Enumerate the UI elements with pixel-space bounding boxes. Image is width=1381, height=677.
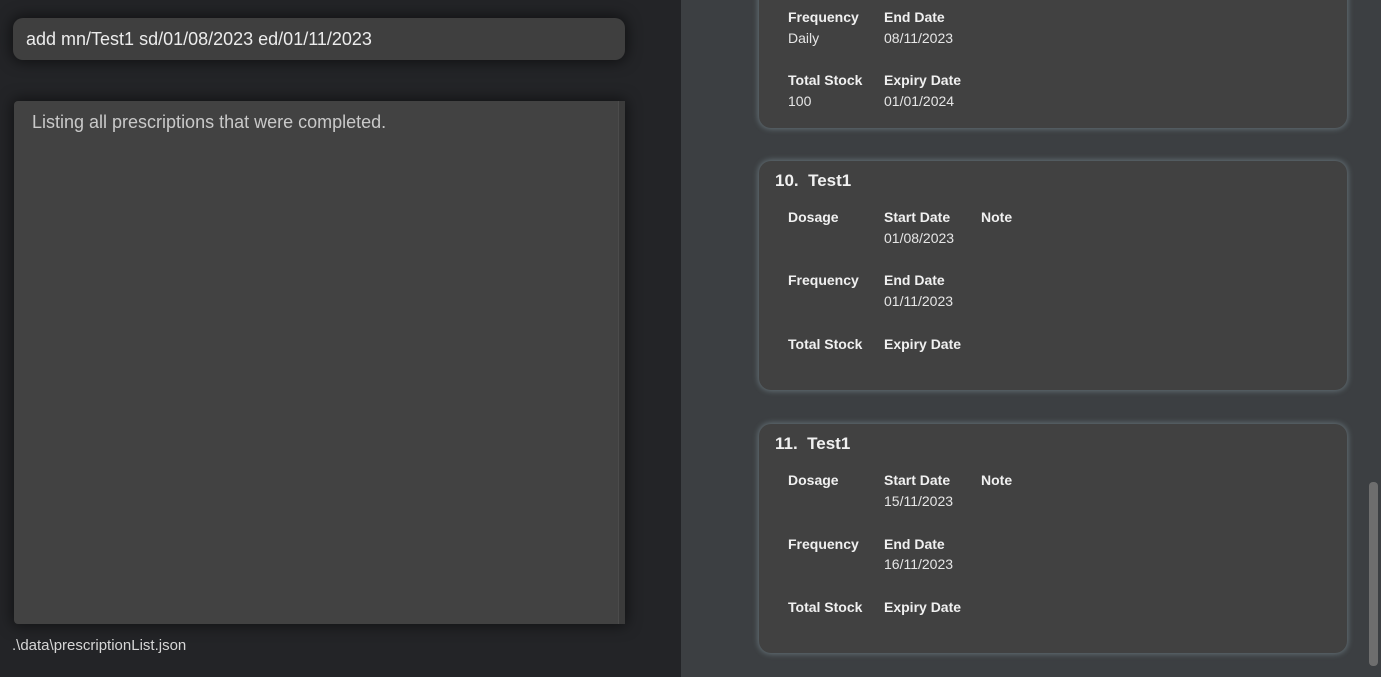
- frequency-label: Frequency: [788, 536, 859, 552]
- prescription-list-pane[interactable]: Frequency Daily End Date 08/11/2023 Tota…: [681, 0, 1381, 677]
- end-date-label: End Date: [884, 536, 945, 552]
- prescription-title: 10. Test1: [775, 171, 852, 190]
- app-window: add mn/Test1 sd/01/08/2023 ed/01/11/2023…: [0, 0, 1381, 677]
- prescription-card[interactable]: 11. Test1 Dosage Start Date 15/11/2023 N…: [759, 424, 1347, 653]
- total-stock-label: Total Stock: [788, 599, 863, 615]
- result-text: Listing all prescriptions that were comp…: [32, 112, 387, 132]
- start-date-value: 01/08/2023: [884, 230, 955, 246]
- start-date-label: Start Date: [884, 472, 951, 488]
- result-scrollbar[interactable]: [618, 101, 625, 624]
- expiry-date-label: Expiry Date: [884, 336, 962, 352]
- dosage-label: Dosage: [788, 209, 839, 225]
- command-input[interactable]: add mn/Test1 sd/01/08/2023 ed/01/11/2023: [13, 18, 625, 60]
- prescription-card[interactable]: 10. Test1 Dosage Start Date 01/08/2023 N…: [759, 161, 1347, 390]
- note-label: Note: [981, 209, 1013, 225]
- left-pane: add mn/Test1 sd/01/08/2023 ed/01/11/2023…: [0, 0, 681, 677]
- expiry-date-value: 01/01/2024: [884, 93, 955, 109]
- expiry-date-label: Expiry Date: [884, 72, 962, 88]
- expiry-date-label: Expiry Date: [884, 599, 962, 615]
- end-date-value: 16/11/2023: [884, 556, 954, 572]
- end-date-value: 08/11/2023: [884, 30, 954, 46]
- total-stock-label: Total Stock: [788, 336, 863, 352]
- end-date-label: End Date: [884, 9, 945, 25]
- list-scrollbar-thumb[interactable]: [1369, 482, 1378, 666]
- dosage-label: Dosage: [788, 472, 839, 488]
- start-date-label: Start Date: [884, 209, 951, 225]
- frequency-value: Daily: [788, 30, 820, 46]
- prescription-card[interactable]: Frequency Daily End Date 08/11/2023 Tota…: [759, 0, 1347, 128]
- result-display[interactable]: Listing all prescriptions that were comp…: [14, 101, 625, 624]
- end-date-label: End Date: [884, 272, 945, 288]
- prescription-title: 11. Test1: [775, 434, 851, 453]
- total-stock-label: Total Stock: [788, 72, 863, 88]
- total-stock-value: 100: [788, 93, 812, 109]
- end-date-value: 01/11/2023: [884, 293, 954, 309]
- frequency-label: Frequency: [788, 272, 859, 288]
- frequency-label: Frequency: [788, 9, 859, 25]
- note-label: Note: [981, 472, 1013, 488]
- list-scrollbar[interactable]: [1366, 0, 1381, 677]
- start-date-value: 15/11/2023: [884, 493, 954, 509]
- status-bar-path: .\data\prescriptionList.json: [12, 637, 187, 654]
